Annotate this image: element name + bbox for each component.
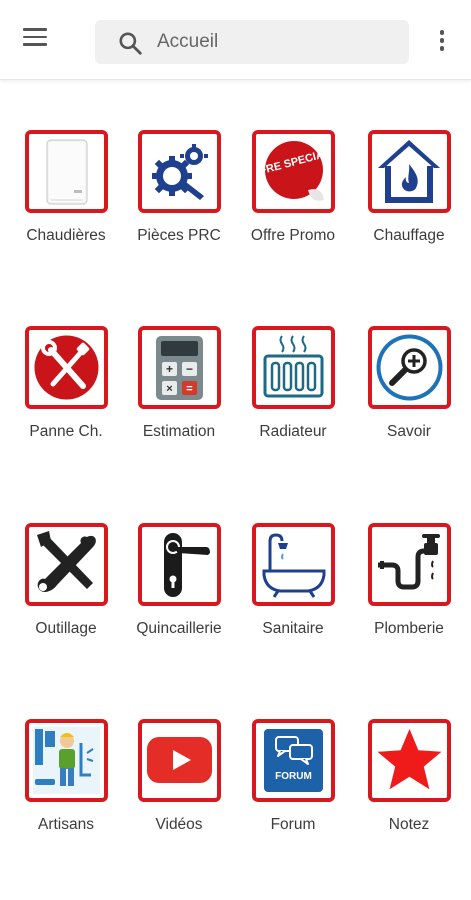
tile-chaudieres[interactable]: Chaudières — [10, 130, 122, 280]
tile-notez[interactable]: Notez — [353, 719, 465, 869]
tile-label: Artisans — [38, 816, 94, 833]
tile-label: Panne Ch. — [29, 423, 103, 440]
gears-icon — [138, 130, 221, 213]
tile-label: Savoir — [387, 423, 431, 440]
tile-sanitaire[interactable]: Sanitaire — [237, 523, 349, 673]
tile-label: Estimation — [142, 423, 216, 440]
magnifier-icon — [368, 326, 451, 409]
search-icon — [119, 32, 142, 55]
forum-icon: FORUM — [252, 719, 335, 802]
tile-label: Chaudières — [26, 227, 106, 244]
tile-label: Radiateur — [259, 423, 327, 440]
tile-panne[interactable]: Panne Ch. — [10, 326, 122, 476]
tile-label: Chauffage — [373, 227, 445, 244]
tile-outillage[interactable]: Outillage — [10, 523, 122, 673]
tile-estimation[interactable]: + − × = Estimation — [123, 326, 235, 476]
tile-label: Notez — [388, 816, 430, 833]
bathtub-icon — [252, 523, 335, 606]
tile-label: Outillage — [35, 620, 97, 637]
svg-text:×: × — [166, 383, 172, 395]
search-input[interactable] — [157, 28, 397, 56]
youtube-icon — [138, 719, 221, 802]
wrench-screwdriver-icon — [25, 523, 108, 606]
calculator-icon: + − × = — [138, 326, 221, 409]
special-offer-icon: OFFRE SPECIALE — [252, 130, 335, 213]
tile-label: Forum — [270, 816, 316, 833]
radiator-icon — [252, 326, 335, 409]
app-bar — [0, 0, 471, 80]
tile-label: Sanitaire — [262, 620, 324, 637]
tile-label: Vidéos — [155, 816, 203, 833]
more-options-icon[interactable] — [434, 30, 450, 56]
tools-cross-icon — [25, 326, 108, 409]
tile-label: Offre Promo — [250, 227, 336, 244]
menu-icon[interactable] — [22, 28, 52, 54]
tile-radiateur[interactable]: Radiateur — [237, 326, 349, 476]
tile-label: Plomberie — [374, 620, 444, 637]
tile-plomberie[interactable]: Plomberie — [353, 523, 465, 673]
tile-chauffage[interactable]: Chauffage — [353, 130, 465, 280]
tile-quincaillerie[interactable]: Quincaillerie — [123, 523, 235, 673]
svg-text:−: − — [186, 362, 193, 376]
house-flame-icon — [368, 130, 451, 213]
tile-savoir[interactable]: Savoir — [353, 326, 465, 476]
tile-offre-promo[interactable]: OFFRE SPECIALE Offre Promo — [237, 130, 349, 280]
svg-text:=: = — [186, 383, 192, 395]
tile-label: Pièces PRC — [137, 227, 221, 244]
plumber-icon — [25, 719, 108, 802]
star-icon — [368, 719, 451, 802]
svg-text:+: + — [166, 362, 173, 376]
search-bar[interactable] — [95, 20, 409, 64]
pipe-faucet-icon — [368, 523, 451, 606]
tile-pieces-prc[interactable]: Pièces PRC — [123, 130, 235, 280]
tile-artisans[interactable]: Artisans — [10, 719, 122, 869]
forum-badge-text: FORUM — [275, 771, 312, 782]
boiler-icon — [25, 130, 108, 213]
tile-label: Quincaillerie — [136, 620, 222, 637]
tile-videos[interactable]: Vidéos — [123, 719, 235, 869]
door-handle-icon — [138, 523, 221, 606]
tile-forum[interactable]: FORUM Forum — [237, 719, 349, 869]
